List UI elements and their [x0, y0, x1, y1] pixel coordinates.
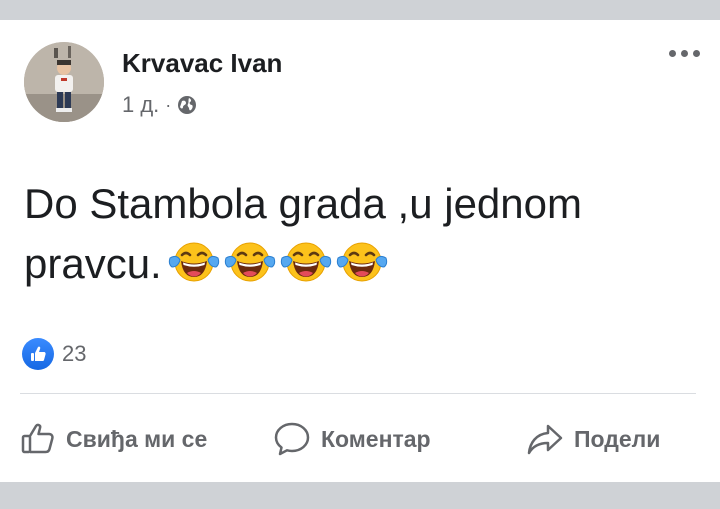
post-actions: Свиђа ми се Коментар Подели — [0, 415, 720, 463]
face-with-tears-of-joy-icon — [336, 242, 387, 282]
face-with-tears-of-joy-icon — [280, 242, 331, 282]
post-card: Krvavac Ivan 1 д. · Do Stambola grada ,u… — [0, 20, 720, 482]
more-dot-icon — [693, 50, 700, 57]
thumbs-up-icon — [21, 423, 54, 454]
face-with-tears-of-joy-icon — [168, 242, 219, 282]
post-meta: 1 д. · — [122, 92, 197, 118]
comment-icon — [274, 422, 310, 456]
reactions-summary[interactable]: 23 — [22, 338, 86, 370]
share-button-label: Подели — [574, 425, 661, 452]
share-arrow-icon — [527, 424, 563, 455]
more-options-button[interactable] — [669, 50, 700, 57]
like-button[interactable]: Свиђа ми се — [20, 421, 207, 457]
like-button-label: Свиђа ми се — [66, 425, 208, 452]
more-dot-icon — [669, 50, 676, 57]
avatar[interactable] — [24, 42, 104, 122]
post-timestamp[interactable]: 1 д. — [122, 92, 159, 118]
actions-divider — [20, 393, 696, 394]
post-text: Do Stambola grada ,u jednom pravcu. — [24, 174, 684, 294]
like-reaction-icon — [22, 338, 54, 370]
globe-icon — [178, 96, 197, 114]
emoji-group — [168, 240, 388, 284]
comment-button[interactable]: Коментар — [273, 421, 431, 457]
share-button[interactable]: Подели — [526, 421, 660, 457]
face-with-tears-of-joy-icon — [224, 242, 275, 282]
comment-button-label: Коментар — [321, 425, 431, 452]
author-name[interactable]: Krvavac Ivan — [122, 48, 282, 79]
avatar-photo — [24, 42, 104, 122]
more-dot-icon — [681, 50, 688, 57]
meta-separator: · — [165, 94, 172, 115]
reaction-count: 23 — [62, 341, 87, 366]
